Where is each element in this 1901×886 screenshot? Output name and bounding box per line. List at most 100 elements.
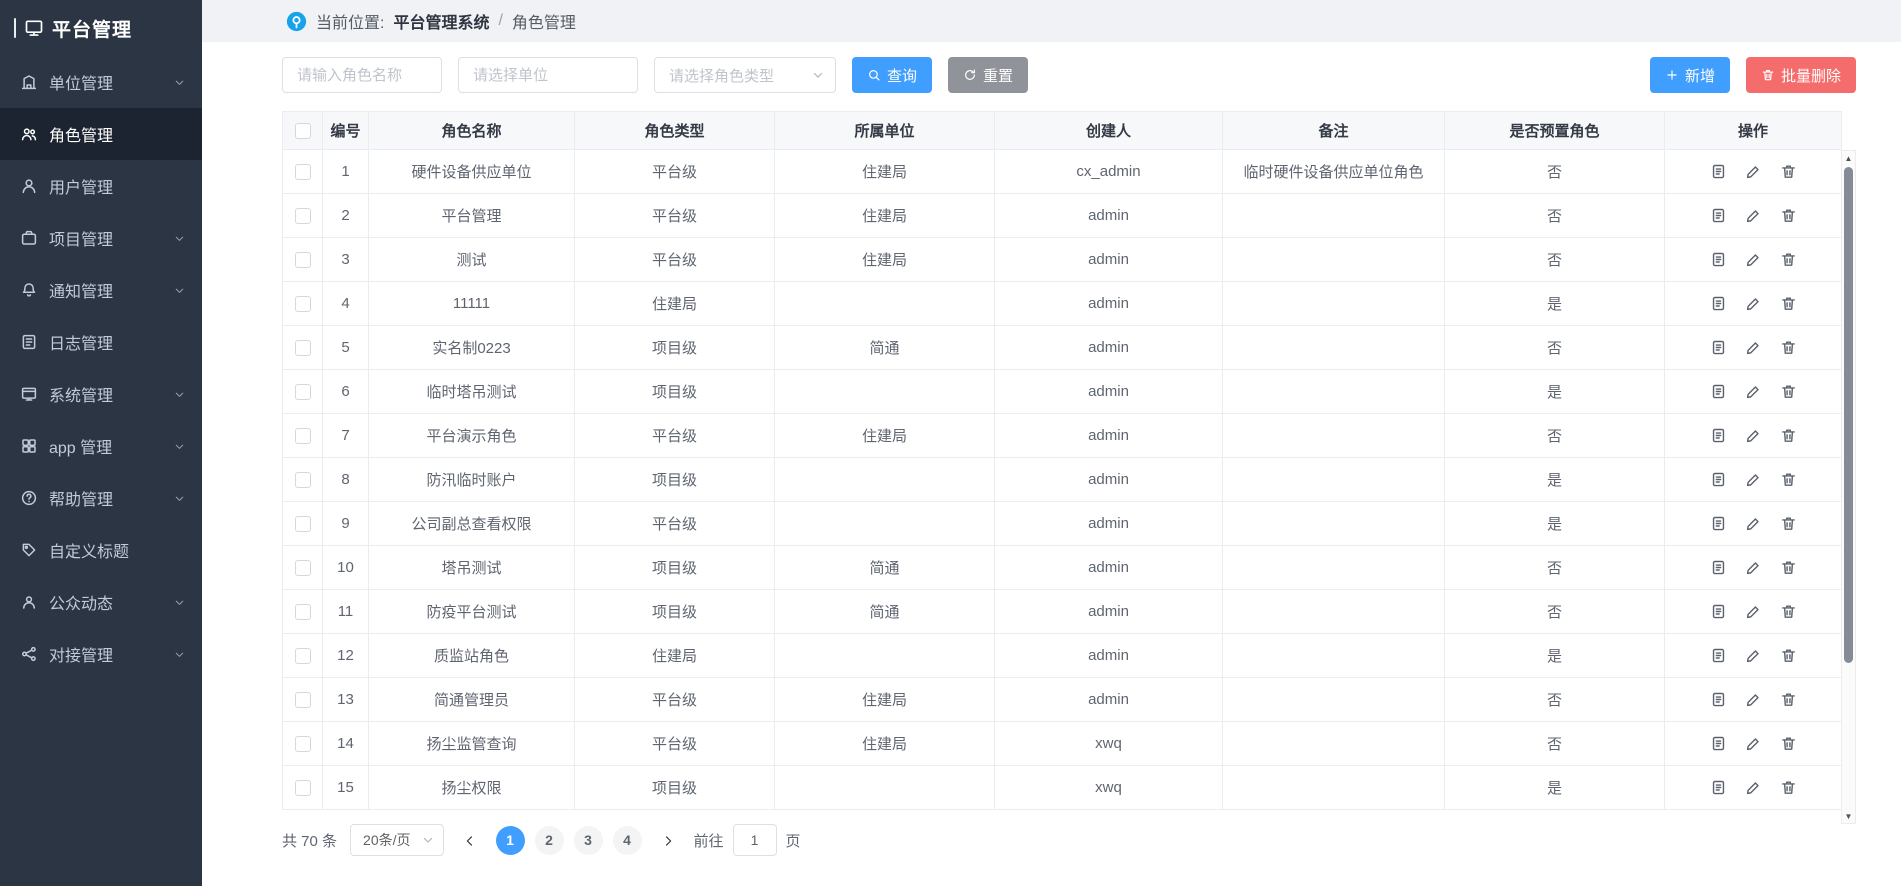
edit-icon[interactable] — [1745, 691, 1762, 708]
detail-icon[interactable] — [1710, 735, 1727, 752]
edit-icon[interactable] — [1745, 295, 1762, 312]
scrollbar-track[interactable] — [1842, 165, 1855, 809]
row-checkbox[interactable] — [295, 296, 311, 312]
detail-icon[interactable] — [1710, 647, 1727, 664]
detail-icon[interactable] — [1710, 603, 1727, 620]
delete-icon[interactable] — [1780, 163, 1797, 180]
detail-icon[interactable] — [1710, 559, 1727, 576]
sidebar-item-4[interactable]: 通知管理 — [0, 264, 202, 316]
sidebar-item-2[interactable]: 用户管理 — [0, 160, 202, 212]
delete-icon[interactable] — [1780, 383, 1797, 400]
role-type-select[interactable]: 请选择角色类型 — [654, 57, 836, 93]
edit-icon[interactable] — [1745, 735, 1762, 752]
cell-creator: admin — [995, 414, 1223, 458]
row-checkbox[interactable] — [295, 164, 311, 180]
delete-icon[interactable] — [1780, 251, 1797, 268]
edit-icon[interactable] — [1745, 339, 1762, 356]
delete-icon[interactable] — [1780, 295, 1797, 312]
select-all-checkbox[interactable] — [295, 123, 311, 139]
row-checkbox[interactable] — [295, 340, 311, 356]
delete-icon[interactable] — [1780, 427, 1797, 444]
detail-icon[interactable] — [1710, 471, 1727, 488]
col-header-role-type: 角色类型 — [575, 112, 775, 150]
delete-icon[interactable] — [1780, 647, 1797, 664]
sidebar-item-5[interactable]: 日志管理 — [0, 316, 202, 368]
scroll-down-icon[interactable]: ▼ — [1842, 809, 1855, 823]
sidebar-item-9[interactable]: 自定义标题 — [0, 524, 202, 576]
detail-icon[interactable] — [1710, 251, 1727, 268]
cell-actions — [1665, 634, 1842, 678]
delete-icon[interactable] — [1780, 735, 1797, 752]
scrollbar-thumb[interactable] — [1844, 167, 1853, 663]
detail-icon[interactable] — [1710, 515, 1727, 532]
role-name-input[interactable] — [282, 57, 442, 93]
sidebar-item-1[interactable]: 角色管理 — [0, 108, 202, 160]
unit-select-input[interactable] — [458, 57, 638, 93]
edit-icon[interactable] — [1745, 515, 1762, 532]
edit-icon[interactable] — [1745, 603, 1762, 620]
prev-page-button[interactable] — [457, 826, 483, 854]
detail-icon[interactable] — [1710, 691, 1727, 708]
edit-icon[interactable] — [1745, 251, 1762, 268]
delete-icon[interactable] — [1780, 559, 1797, 576]
row-checkbox[interactable] — [295, 208, 311, 224]
sidebar-item-10[interactable]: 公众动态 — [0, 576, 202, 628]
sidebar-item-0[interactable]: 单位管理 — [0, 56, 202, 108]
breadcrumb-root[interactable]: 平台管理系统 — [393, 9, 489, 33]
row-checkbox[interactable] — [295, 736, 311, 752]
delete-icon[interactable] — [1780, 339, 1797, 356]
edit-icon[interactable] — [1745, 647, 1762, 664]
detail-icon[interactable] — [1710, 427, 1727, 444]
detail-icon[interactable] — [1710, 163, 1727, 180]
row-checkbox[interactable] — [295, 560, 311, 576]
row-checkbox[interactable] — [295, 428, 311, 444]
row-checkbox[interactable] — [295, 648, 311, 664]
edit-icon[interactable] — [1745, 427, 1762, 444]
edit-icon[interactable] — [1745, 779, 1762, 796]
sidebar-item-3[interactable]: 项目管理 — [0, 212, 202, 264]
delete-icon[interactable] — [1780, 207, 1797, 224]
delete-icon[interactable] — [1780, 515, 1797, 532]
sidebar-item-6[interactable]: 系统管理 — [0, 368, 202, 420]
edit-icon[interactable] — [1745, 383, 1762, 400]
edit-icon[interactable] — [1745, 207, 1762, 224]
row-checkbox[interactable] — [295, 384, 311, 400]
table-scrollbar[interactable]: ▲ ▼ — [1841, 150, 1856, 824]
chevron-down-icon — [173, 388, 186, 401]
edit-icon[interactable] — [1745, 163, 1762, 180]
detail-icon[interactable] — [1710, 295, 1727, 312]
page-button-4[interactable]: 4 — [613, 826, 642, 855]
page-button-1[interactable]: 1 — [496, 826, 525, 855]
scroll-up-icon[interactable]: ▲ — [1842, 151, 1855, 165]
delete-icon[interactable] — [1780, 603, 1797, 620]
reset-button[interactable]: 重置 — [948, 57, 1028, 93]
row-checkbox[interactable] — [295, 692, 311, 708]
row-checkbox[interactable] — [295, 780, 311, 796]
add-button[interactable]: 新增 — [1650, 57, 1730, 93]
detail-icon[interactable] — [1710, 383, 1727, 400]
edit-icon[interactable] — [1745, 471, 1762, 488]
sidebar-item-8[interactable]: 帮助管理 — [0, 472, 202, 524]
detail-icon[interactable] — [1710, 207, 1727, 224]
row-checkbox[interactable] — [295, 472, 311, 488]
next-page-button[interactable] — [655, 826, 681, 854]
goto-page-input[interactable] — [733, 824, 777, 856]
page-button-3[interactable]: 3 — [574, 826, 603, 855]
delete-icon[interactable] — [1780, 779, 1797, 796]
page-button-2[interactable]: 2 — [535, 826, 564, 855]
page-size-select[interactable]: 20条/页 — [350, 824, 443, 856]
row-checkbox[interactable] — [295, 252, 311, 268]
sidebar-item-11[interactable]: 对接管理 — [0, 628, 202, 680]
edit-icon[interactable] — [1745, 559, 1762, 576]
search-button[interactable]: 查询 — [852, 57, 932, 93]
row-checkbox[interactable] — [295, 604, 311, 620]
cell-remark — [1223, 546, 1445, 590]
sidebar-item-7[interactable]: app 管理 — [0, 420, 202, 472]
detail-icon[interactable] — [1710, 339, 1727, 356]
row-checkbox[interactable] — [295, 516, 311, 532]
select-all-cell — [283, 112, 323, 150]
delete-icon[interactable] — [1780, 471, 1797, 488]
detail-icon[interactable] — [1710, 779, 1727, 796]
batch-delete-button[interactable]: 批量删除 — [1746, 57, 1856, 93]
delete-icon[interactable] — [1780, 691, 1797, 708]
